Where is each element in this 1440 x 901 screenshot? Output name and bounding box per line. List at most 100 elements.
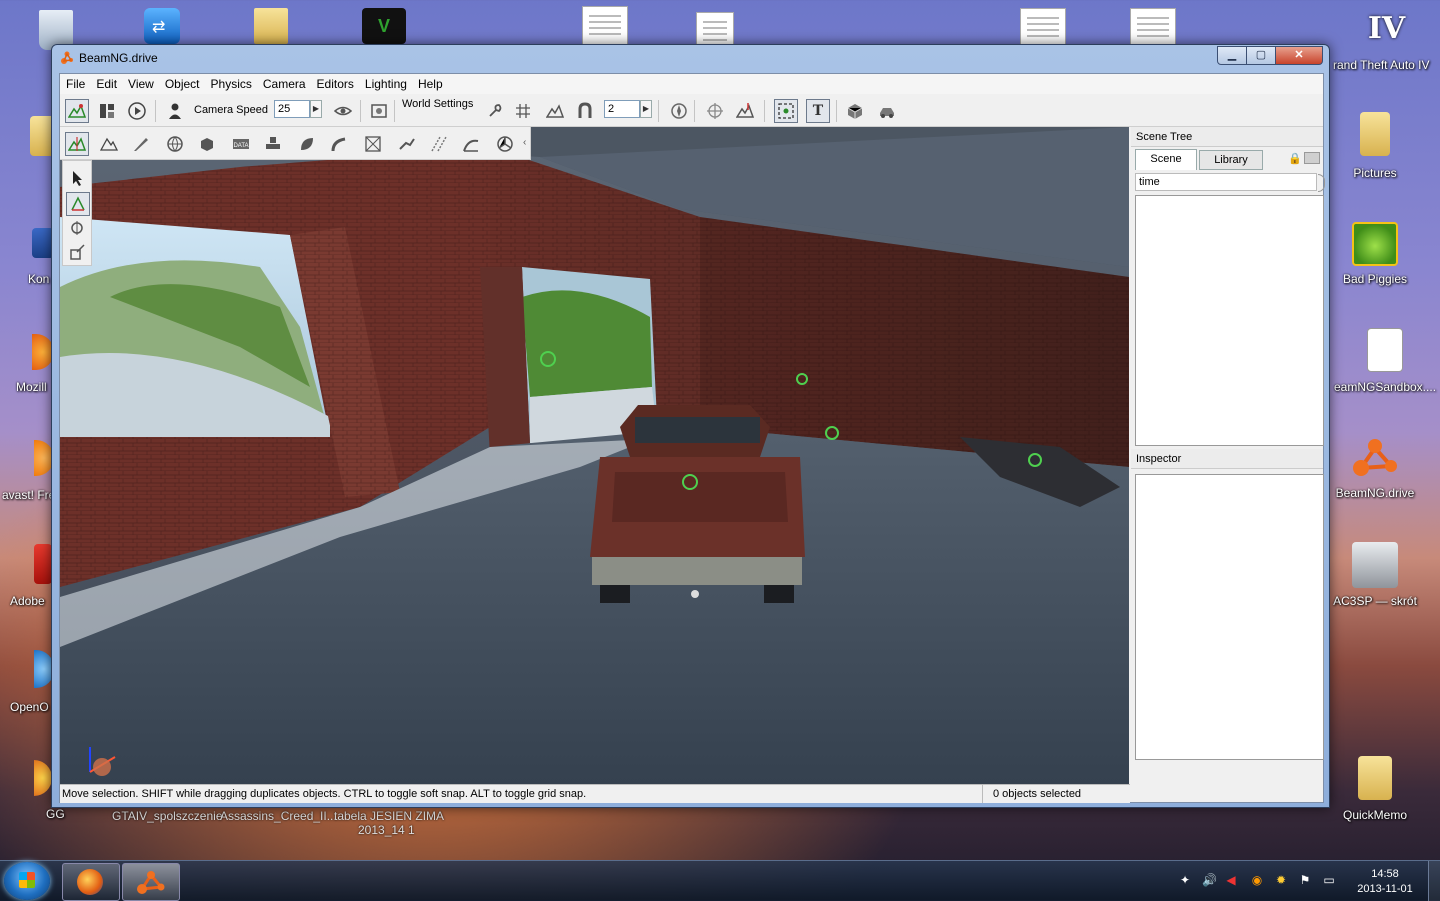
search-clear-icon[interactable] (1318, 174, 1325, 192)
avast-tray-icon[interactable]: ◉ (1250, 873, 1264, 887)
object-palette-button[interactable] (844, 100, 866, 122)
fit-view-button[interactable] (774, 99, 798, 123)
layout-icon (100, 104, 114, 118)
terrain-editor-tool[interactable] (98, 133, 120, 155)
gui-editor-button[interactable] (96, 100, 118, 122)
volume-icon[interactable]: 🔊 (1202, 873, 1217, 887)
close-button[interactable]: ✕ (1275, 46, 1323, 65)
toolbar-collapse-handle[interactable]: ‹ (523, 133, 528, 153)
terrain-painter-tool[interactable] (130, 133, 152, 155)
object-editor-tool[interactable] (65, 132, 89, 156)
road-editor-tool[interactable] (328, 133, 350, 155)
taskbar-clock[interactable]: 14:58 2013-11-01 (1348, 867, 1422, 897)
gg-tray-icon[interactable]: ✹ (1274, 873, 1288, 887)
compass-button[interactable] (668, 100, 690, 122)
camera-mode-button[interactable] (164, 100, 186, 122)
vehicle-spawn-button[interactable] (876, 100, 898, 122)
center-object-button[interactable] (704, 100, 726, 122)
drop-object-button[interactable] (734, 100, 756, 122)
lock-icon[interactable]: 🔒 (1288, 152, 1302, 165)
maximize-button[interactable]: ▢ (1246, 46, 1276, 65)
desktop-label-assassins-creed[interactable]: Assassins_Creed_II... (220, 809, 337, 823)
river-editor-tool[interactable] (396, 133, 418, 155)
nav-editor-tool[interactable] (460, 133, 482, 155)
taskbar-firefox[interactable] (62, 863, 120, 901)
desktop-icon-folder-top[interactable] (254, 8, 288, 44)
desktop-icon-beamng-sandbox[interactable]: eamNGSandbox.... (1330, 328, 1440, 394)
visibility-button[interactable] (332, 100, 354, 122)
decal-editor-tool[interactable] (262, 133, 284, 155)
desktop-label-tabela[interactable]: tabela JESIEN ZIMA (334, 809, 444, 823)
scale-tool[interactable] (66, 241, 88, 263)
viewport-3d[interactable] (60, 127, 1129, 784)
snap-size-arrow[interactable]: ▶ (640, 100, 652, 118)
folder-icon[interactable] (1304, 152, 1320, 164)
arrow-right-icon: ▶ (642, 104, 650, 113)
taskbar-beamng[interactable] (122, 863, 180, 901)
menu-camera[interactable]: Camera (257, 74, 311, 91)
inspector-content[interactable] (1135, 474, 1324, 760)
material-editor-tool[interactable] (164, 133, 186, 155)
folder-icon (1360, 112, 1390, 156)
sketch-tool[interactable] (196, 133, 218, 155)
play-button[interactable] (126, 100, 148, 122)
mesh-road-tool[interactable] (362, 133, 384, 155)
desktop-icon-beamng[interactable]: BeamNG.drive (1333, 436, 1417, 500)
sphere-icon (167, 136, 183, 152)
title-bar[interactable]: BeamNG.drive ▁ ▢ ✕ (52, 45, 1329, 71)
start-button[interactable] (4, 862, 50, 900)
menu-help[interactable]: Help (412, 74, 448, 91)
snap-rotate-button[interactable] (484, 100, 506, 122)
svg-text:DATA: DATA (233, 143, 248, 149)
menu-object[interactable]: Object (159, 74, 205, 91)
datablock-editor-tool[interactable]: DATA (230, 133, 252, 155)
decal-road-tool[interactable] (428, 133, 450, 155)
scene-search-input[interactable]: time (1135, 173, 1317, 191)
object-snap-button[interactable] (574, 100, 596, 122)
menu-file[interactable]: File (60, 74, 90, 91)
camera-speed-arrow[interactable]: ▶ (310, 100, 322, 118)
desktop-icon-teamviewer[interactable]: ⇄ (144, 8, 180, 44)
desktop-icon-label: Pictures (1353, 166, 1397, 180)
folder-icon (1358, 756, 1392, 800)
camera-speed-input[interactable]: 25 (274, 100, 310, 118)
text-labels-button[interactable]: T (806, 99, 830, 123)
desktop-icon-ac3[interactable]: AC3SP — skrót (1333, 542, 1417, 608)
world-editor-button[interactable] (65, 99, 89, 123)
display-icon[interactable]: ▭ (1322, 873, 1336, 887)
menu-lighting[interactable]: Lighting (359, 74, 412, 91)
snap-size-input[interactable]: 2 (604, 100, 640, 118)
desktop-icon-bad-piggies[interactable]: Bad Piggies (1333, 222, 1417, 286)
camera-frame-icon (371, 104, 387, 118)
action-center-flag-icon[interactable]: ⚑ (1298, 873, 1312, 887)
move-tool[interactable] (66, 192, 90, 216)
select-tool[interactable] (66, 167, 88, 189)
show-desktop-button[interactable] (1428, 861, 1440, 901)
particle-editor-tool[interactable] (494, 133, 516, 155)
main-toolbar: Camera Speed 25 ▶ World Settings 2 ▶ T (60, 94, 1323, 127)
desktop-icon-document-1[interactable] (582, 6, 628, 48)
screenshot-button[interactable] (368, 100, 390, 122)
network-bat-icon[interactable]: ✦ (1178, 873, 1192, 887)
scene-tree-list[interactable] (1135, 195, 1324, 446)
grid-snap-button[interactable] (512, 100, 534, 122)
menu-view[interactable]: View (122, 74, 159, 91)
desktop-label-gtaiv-spolszczenie[interactable]: GTAIV_spolszczenie (112, 809, 223, 823)
tab-scene[interactable]: Scene (1135, 149, 1197, 170)
terrain-snap-button[interactable] (544, 100, 566, 122)
world-settings-label[interactable]: World Settings (402, 98, 473, 110)
selection-box-icon (365, 136, 381, 152)
desktop-icon-gta-v[interactable]: V (362, 8, 406, 44)
menu-edit[interactable]: Edit (90, 74, 122, 91)
magnet-icon (578, 102, 592, 118)
desktop-icon-pictures[interactable]: Pictures (1333, 112, 1417, 180)
minimize-button[interactable]: ▁ (1217, 46, 1247, 65)
forest-editor-tool[interactable] (296, 133, 318, 155)
menu-physics[interactable]: Physics (205, 74, 257, 91)
menu-editors[interactable]: Editors (311, 74, 359, 91)
tab-library[interactable]: Library (1199, 150, 1263, 170)
rotate-tool[interactable] (66, 217, 88, 239)
desktop-icon-quickmemo[interactable]: QuickMemo (1333, 756, 1417, 822)
desktop-icon-gta-iv[interactable]: IV rand Theft Auto IV (1333, 12, 1440, 73)
speaker-muted-icon[interactable]: ◀ (1224, 873, 1238, 887)
